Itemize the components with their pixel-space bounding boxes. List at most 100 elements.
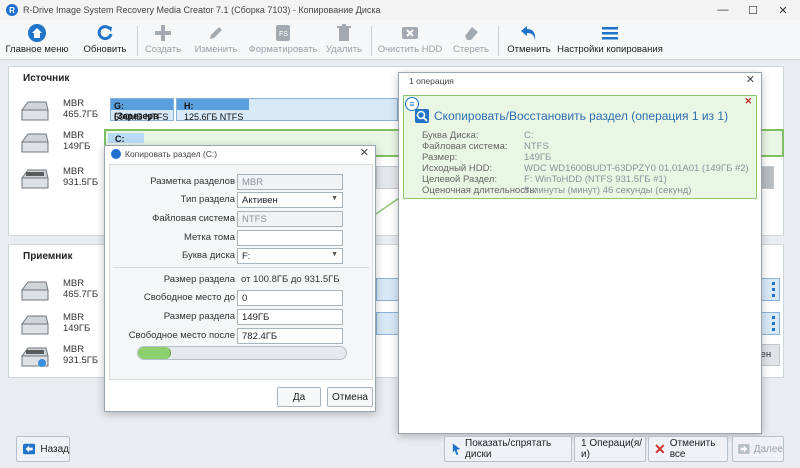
delete-label: Удалить xyxy=(325,44,363,55)
undo-icon xyxy=(521,26,536,40)
source-disk-1[interactable]: MBR 465.7ГБ xyxy=(20,98,102,128)
settings-list-icon xyxy=(602,27,618,40)
disk-size: 931.5ГБ xyxy=(63,355,99,366)
refresh-icon xyxy=(97,25,113,41)
cancel-all-button[interactable]: ✕ Отменить все xyxy=(648,436,728,462)
ok-button[interactable]: Да xyxy=(277,387,321,407)
size-range-row: Размер раздела от 100.8ГБ до 931.5ГБ xyxy=(105,272,375,288)
info-label: Буква Диска: xyxy=(422,130,479,141)
create-button[interactable]: Создать xyxy=(142,22,184,60)
source-title: Источник xyxy=(23,73,70,84)
free-before-input[interactable]: 0 xyxy=(237,290,343,306)
type-value: Активен xyxy=(242,195,278,206)
edit-label: Изменить xyxy=(194,44,238,55)
info-value: WDC WD1600BUDT-63DPZY0 01.01A01 (149ГБ #… xyxy=(524,163,749,174)
size-range-text: от 100.8ГБ до 931.5ГБ xyxy=(241,274,340,285)
disk-size: 149ГБ xyxy=(63,141,91,152)
target-disk-3[interactable]: MBR 931.5ГБ xyxy=(20,344,102,374)
show-hide-label: Показать/спрятать диски xyxy=(465,438,552,460)
clear-hdd-button[interactable]: Очистить HDD xyxy=(378,22,442,60)
home-icon xyxy=(28,24,46,42)
main-menu-label: Главное меню xyxy=(5,44,69,55)
copy-partition-icon xyxy=(415,109,429,123)
disk-scheme: MBR xyxy=(63,98,85,109)
cancel-x-icon: ✕ xyxy=(654,440,666,457)
layout-label: Разметка разделов xyxy=(150,176,235,187)
remove-operation-icon[interactable]: ✕ xyxy=(744,96,752,107)
partition-h-info: 125.6ГБ NTFS xyxy=(184,112,244,122)
info-value: F: WinToHDD (NTFS 931.5ГБ #1) xyxy=(524,174,667,185)
arrow-left-icon xyxy=(23,443,36,455)
trash-icon xyxy=(337,24,351,41)
volume-row: Метка тома xyxy=(105,230,375,246)
layout-field: MBR xyxy=(237,174,343,190)
eraser-icon xyxy=(465,27,478,40)
create-label: Создать xyxy=(144,44,182,55)
refresh-label: Обновить xyxy=(83,44,127,55)
free-after-row: Свободное место после 782.4ГБ xyxy=(105,328,375,344)
format-label: Форматировать xyxy=(248,44,318,55)
dialog-close-button[interactable]: ✕ xyxy=(360,146,369,159)
source-disk-2[interactable]: MBR 149ГБ xyxy=(20,130,102,160)
letter-select[interactable]: F: ▼ xyxy=(237,248,343,264)
disk-scheme: MBR xyxy=(63,130,85,141)
ops-caption: 1 операция xyxy=(409,76,454,86)
clear-disk-icon xyxy=(402,27,418,39)
disk-size: 149ГБ xyxy=(63,323,91,334)
part-size-input[interactable]: 149ГБ xyxy=(237,309,343,325)
fs-label: Файловая система xyxy=(152,213,235,224)
size-range-label: Размер раздела xyxy=(163,274,235,285)
show-hide-disks-button[interactable]: Показать/спрятать диски xyxy=(444,436,572,462)
close-window-button[interactable]: ✕ xyxy=(768,0,798,20)
ops-close-button[interactable]: ✕ xyxy=(746,73,755,86)
refresh-button[interactable]: Обновить xyxy=(80,22,130,60)
partition-h[interactable]: H: 125.6ГБ NTFS xyxy=(176,98,398,122)
size-slider[interactable] xyxy=(137,346,347,360)
info-label: Размер: xyxy=(422,152,458,163)
type-select[interactable]: Активен ▼ xyxy=(237,192,343,208)
free-after-input[interactable]: 782.4ГБ xyxy=(237,328,343,344)
format-button[interactable]: FS Форматировать xyxy=(248,22,318,60)
info-label: Оценочная длительность: xyxy=(422,185,537,196)
operations-count-button[interactable]: 1 Операци(я/и) xyxy=(574,436,646,462)
disk-scheme: MBR xyxy=(63,312,85,323)
svg-text:FS: FS xyxy=(279,31,288,38)
partition-g[interactable]: G: (Зарезерв 500МБ NTFS xyxy=(110,98,174,122)
letter-row: Буква диска F: ▼ xyxy=(105,248,375,264)
title-bar: R R-Drive Image System Recovery Media Cr… xyxy=(0,0,800,20)
delete-button[interactable]: Удалить xyxy=(324,22,364,60)
source-disk-3[interactable]: MBR 931.5ГБ xyxy=(20,166,102,196)
operations-panel: 1 операция ✕ ≡ ✕ Скопировать/Восстановит… xyxy=(398,72,762,434)
target-disk-2[interactable]: MBR 149ГБ xyxy=(20,312,102,342)
undo-label: Отменить xyxy=(507,44,551,55)
operation-card[interactable]: ≡ ✕ Скопировать/Восстановить раздел (опе… xyxy=(403,95,757,199)
back-button[interactable]: Назад xyxy=(16,436,70,462)
undo-button[interactable]: Отменить xyxy=(504,22,554,60)
info-value: 8 минуты (минут) 46 секунды (секунд) xyxy=(524,185,692,196)
edit-button[interactable]: Изменить xyxy=(192,22,240,60)
next-button[interactable]: Далее xyxy=(732,436,784,462)
info-value: NTFS xyxy=(524,141,549,152)
app-icon xyxy=(111,149,121,159)
cancel-dialog-button[interactable]: Отмена xyxy=(327,387,373,407)
volume-label: Метка тома xyxy=(184,232,235,243)
partition-g-info: 500МБ NTFS xyxy=(114,112,169,122)
maximize-button[interactable]: ☐ xyxy=(738,0,768,20)
disk-size: 931.5ГБ xyxy=(63,177,99,188)
dialog-caption: Копировать раздел (C:) xyxy=(105,146,375,162)
back-label: Назад xyxy=(40,443,69,455)
minimize-button[interactable]: — xyxy=(708,0,738,20)
info-value: C: xyxy=(524,130,534,141)
copy-partition-dialog: Копировать раздел (C:) ✕ Разметка раздел… xyxy=(104,145,376,412)
volume-input[interactable] xyxy=(237,230,343,246)
target-title: Приемник xyxy=(23,251,73,262)
target-disk-1[interactable]: MBR 465.7ГБ xyxy=(20,278,102,308)
main-menu-button[interactable]: Главное меню xyxy=(5,22,69,60)
erase-button[interactable]: Стереть xyxy=(450,22,492,60)
info-label: Файловая система: xyxy=(422,141,508,152)
copy-settings-button[interactable]: Настройки копирования xyxy=(557,22,663,60)
external-hdd-icon xyxy=(21,169,49,189)
pencil-icon xyxy=(210,27,222,39)
chevron-down-icon: ▼ xyxy=(331,251,338,258)
disk-size: 465.7ГБ xyxy=(63,289,99,300)
